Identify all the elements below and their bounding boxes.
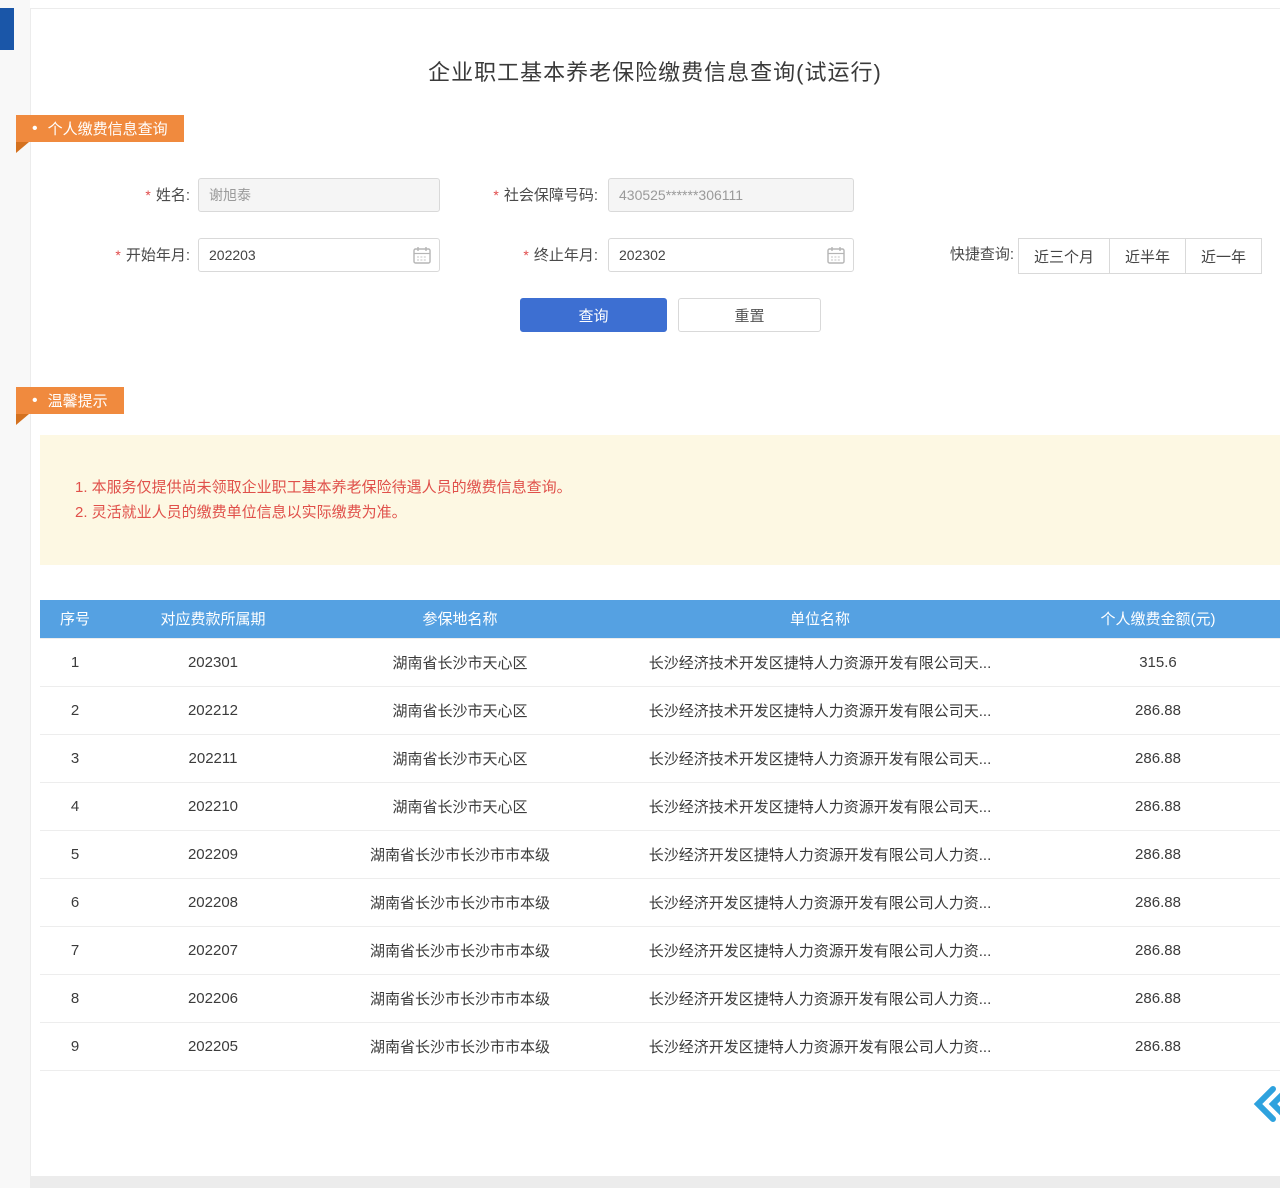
calendar-icon[interactable] xyxy=(826,245,846,265)
table-cell: 286.88 xyxy=(1036,734,1280,782)
table-cell: 3 xyxy=(40,734,110,782)
name-input[interactable] xyxy=(198,178,440,212)
table-row: 8202206湖南省长沙市长沙市市本级长沙经济开发区捷特人力资源开发有限公司人力… xyxy=(40,974,1280,1022)
table-cell: 长沙经济开发区捷特人力资源开发有限公司人力资... xyxy=(604,974,1036,1022)
quick-btn-last-half-year[interactable]: 近半年 xyxy=(1109,238,1186,274)
quick-query-label: 快捷查询: xyxy=(928,238,1014,272)
table-cell: 202211 xyxy=(110,734,316,782)
tips-line: 1. 本服务仅提供尚未领取企业职工基本养老保险待遇人员的缴费信息查询。 xyxy=(75,475,1280,500)
payment-records-table: 序号对应费款所属期参保地名称单位名称个人缴费金额(元) 1202301湖南省长沙… xyxy=(40,600,1280,1071)
table-cell: 286.88 xyxy=(1036,974,1280,1022)
table-cell: 2 xyxy=(40,686,110,734)
required-mark: * xyxy=(115,247,120,263)
section-badge-label: 温馨提示 xyxy=(48,390,108,411)
table-cell: 湖南省长沙市天心区 xyxy=(316,734,604,782)
column-header: 对应费款所属期 xyxy=(110,600,316,638)
table-cell: 202301 xyxy=(110,638,316,686)
table-cell: 286.88 xyxy=(1036,830,1280,878)
reset-button[interactable]: 重置 xyxy=(678,298,821,332)
table-cell: 202206 xyxy=(110,974,316,1022)
table-cell: 7 xyxy=(40,926,110,974)
tips-line: 2. 灵活就业人员的缴费单位信息以实际缴费为准。 xyxy=(75,500,1280,525)
start-month-label: *开始年月: xyxy=(80,238,190,273)
table-cell: 长沙经济技术开发区捷特人力资源开发有限公司天... xyxy=(604,686,1036,734)
end-month-input[interactable] xyxy=(608,238,854,272)
table-cell: 长沙经济技术开发区捷特人力资源开发有限公司天... xyxy=(604,782,1036,830)
badge-bullet-icon: • xyxy=(32,393,38,409)
table-cell: 286.88 xyxy=(1036,878,1280,926)
column-header: 单位名称 xyxy=(604,600,1036,638)
table-row: 7202207湖南省长沙市长沙市市本级长沙经济开发区捷特人力资源开发有限公司人力… xyxy=(40,926,1280,974)
table-cell: 1 xyxy=(40,638,110,686)
section-badge-tips: • 温馨提示 xyxy=(16,387,124,414)
table-cell: 202207 xyxy=(110,926,316,974)
ssn-input[interactable] xyxy=(608,178,854,212)
section-badge-label: 个人缴费信息查询 xyxy=(48,118,168,139)
table-cell: 湖南省长沙市长沙市市本级 xyxy=(316,878,604,926)
left-rail xyxy=(0,0,30,1188)
table-cell: 315.6 xyxy=(1036,638,1280,686)
table-row: 1202301湖南省长沙市天心区长沙经济技术开发区捷特人力资源开发有限公司天..… xyxy=(40,638,1280,686)
quick-btn-last-3-months[interactable]: 近三个月 xyxy=(1018,238,1110,274)
end-month-label: *终止年月: xyxy=(440,238,598,273)
table-cell: 长沙经济技术开发区捷特人力资源开发有限公司天... xyxy=(604,734,1036,782)
table-cell: 长沙经济开发区捷特人力资源开发有限公司人力资... xyxy=(604,1022,1036,1070)
calendar-icon[interactable] xyxy=(412,245,432,265)
table-row: 4202210湖南省长沙市天心区长沙经济技术开发区捷特人力资源开发有限公司天..… xyxy=(40,782,1280,830)
table-cell: 湖南省长沙市长沙市市本级 xyxy=(316,974,604,1022)
table-cell: 长沙经济技术开发区捷特人力资源开发有限公司天... xyxy=(604,638,1036,686)
query-button[interactable]: 查询 xyxy=(520,298,667,332)
quick-btn-last-year[interactable]: 近一年 xyxy=(1185,238,1262,274)
table-cell: 湖南省长沙市天心区 xyxy=(316,686,604,734)
table-cell: 286.88 xyxy=(1036,926,1280,974)
table-cell: 湖南省长沙市长沙市市本级 xyxy=(316,830,604,878)
chevron-double-left-icon[interactable] xyxy=(1248,1082,1280,1126)
table-row: 2202212湖南省长沙市天心区长沙经济技术开发区捷特人力资源开发有限公司天..… xyxy=(40,686,1280,734)
table-cell: 286.88 xyxy=(1036,782,1280,830)
required-mark: * xyxy=(523,247,528,263)
page-title: 企业职工基本养老保险缴费信息查询(试运行) xyxy=(30,55,1280,87)
table-cell: 202205 xyxy=(110,1022,316,1070)
section-badge-personal-payment-query: • 个人缴费信息查询 xyxy=(16,115,184,142)
table-row: 6202208湖南省长沙市长沙市市本级长沙经济开发区捷特人力资源开发有限公司人力… xyxy=(40,878,1280,926)
table-cell: 286.88 xyxy=(1036,1022,1280,1070)
bottom-strip xyxy=(30,1176,1280,1188)
table-cell: 长沙经济开发区捷特人力资源开发有限公司人力资... xyxy=(604,926,1036,974)
table-cell: 202208 xyxy=(110,878,316,926)
required-mark: * xyxy=(145,187,150,203)
table-cell: 湖南省长沙市天心区 xyxy=(316,638,604,686)
table-cell: 长沙经济开发区捷特人力资源开发有限公司人力资... xyxy=(604,830,1036,878)
left-blue-block xyxy=(0,8,14,50)
table-cell: 202210 xyxy=(110,782,316,830)
table-cell: 5 xyxy=(40,830,110,878)
table-row: 3202211湖南省长沙市天心区长沙经济技术开发区捷特人力资源开发有限公司天..… xyxy=(40,734,1280,782)
table-row: 9202205湖南省长沙市长沙市市本级长沙经济开发区捷特人力资源开发有限公司人力… xyxy=(40,1022,1280,1070)
required-mark: * xyxy=(493,187,498,203)
table-cell: 4 xyxy=(40,782,110,830)
table-cell: 9 xyxy=(40,1022,110,1070)
table-header-row: 序号对应费款所属期参保地名称单位名称个人缴费金额(元) xyxy=(40,600,1280,638)
start-month-input[interactable] xyxy=(198,238,440,272)
badge-bullet-icon: • xyxy=(32,121,38,137)
quick-query-group: 近三个月 近半年 近一年 xyxy=(1018,238,1262,274)
column-header: 序号 xyxy=(40,600,110,638)
table-cell: 湖南省长沙市长沙市市本级 xyxy=(316,926,604,974)
pension-query-page: { "page": { "title": "企业职工基本养老保险缴费信息查询(试… xyxy=(0,0,1280,1188)
column-header: 个人缴费金额(元) xyxy=(1036,600,1280,638)
table-cell: 202209 xyxy=(110,830,316,878)
ssn-label: *社会保障号码: xyxy=(440,178,598,213)
column-header: 参保地名称 xyxy=(316,600,604,638)
table-cell: 202212 xyxy=(110,686,316,734)
table-cell: 长沙经济开发区捷特人力资源开发有限公司人力资... xyxy=(604,878,1036,926)
tips-notice-box: 1. 本服务仅提供尚未领取企业职工基本养老保险待遇人员的缴费信息查询。 2. 灵… xyxy=(40,435,1280,565)
name-label: *姓名: xyxy=(80,178,190,213)
table-cell: 湖南省长沙市天心区 xyxy=(316,782,604,830)
table-cell: 8 xyxy=(40,974,110,1022)
table-cell: 6 xyxy=(40,878,110,926)
table-cell: 湖南省长沙市长沙市市本级 xyxy=(316,1022,604,1070)
table-cell: 286.88 xyxy=(1036,686,1280,734)
table-row: 5202209湖南省长沙市长沙市市本级长沙经济开发区捷特人力资源开发有限公司人力… xyxy=(40,830,1280,878)
